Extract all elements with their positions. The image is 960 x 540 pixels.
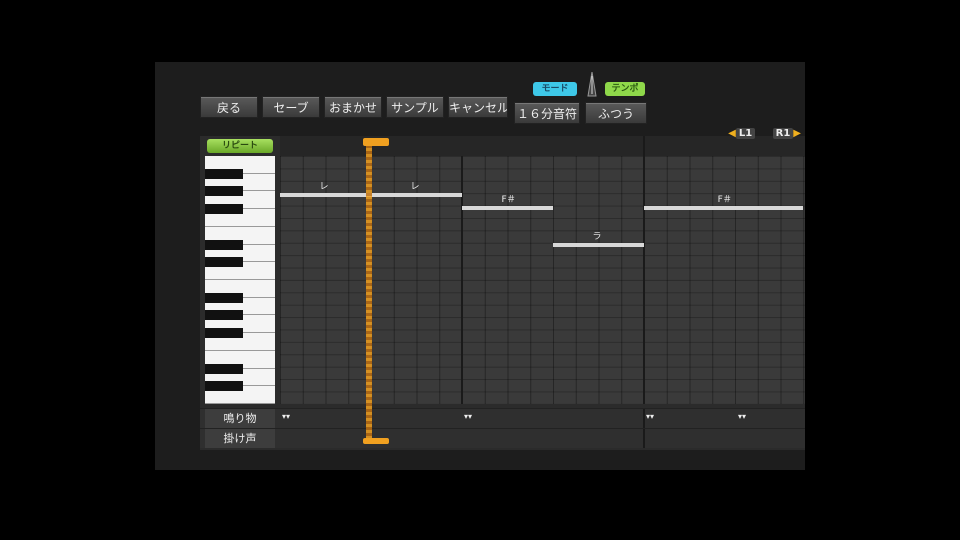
cancel-button[interactable]: キャンセル — [448, 96, 508, 118]
black-key[interactable] — [205, 239, 243, 250]
note-lyric: ラ — [592, 231, 602, 242]
note-bar[interactable] — [553, 242, 644, 247]
page-shoulder-buttons[interactable]: ◀ L1 R1 ▶ — [728, 128, 801, 139]
barline — [643, 429, 645, 448]
repeat-button[interactable]: リピート — [207, 139, 273, 153]
note-lyric: レ — [319, 182, 329, 193]
barline — [643, 156, 645, 404]
note-bar[interactable] — [462, 205, 553, 210]
black-key[interactable] — [205, 381, 243, 392]
back-button[interactable]: 戻る — [200, 96, 258, 118]
playhead-bottom-handle[interactable] — [363, 438, 389, 444]
tempo-tag: テンポ — [605, 82, 645, 96]
drum-hit-icon: ▾▾ — [646, 412, 655, 421]
save-button[interactable]: セーブ — [262, 96, 320, 118]
l1-button[interactable]: L1 — [735, 128, 756, 139]
note-lyric: レ — [410, 182, 420, 193]
note-bar[interactable] — [371, 193, 462, 198]
right-arrow-icon: ▶ — [793, 128, 801, 139]
note-bar[interactable] — [280, 193, 371, 198]
drum-hit-icon: ▾▾ — [464, 412, 473, 421]
track-row-kakegoe[interactable]: 掛け声 — [200, 428, 805, 448]
metronome-icon — [587, 72, 597, 97]
auto-button[interactable]: おまかせ — [324, 96, 382, 118]
note-grid[interactable]: レ レ F＃ ラ F＃ — [280, 156, 805, 404]
mode-tag: モード — [533, 82, 577, 96]
black-key[interactable] — [205, 186, 243, 197]
composer-screen: 戻る セーブ おまかせ サンプル キャンセル モード テンポ １６分音符 ふつう… — [155, 62, 805, 470]
tempo-select[interactable]: ふつう — [585, 102, 647, 124]
black-key[interactable] — [205, 292, 243, 303]
black-key[interactable] — [205, 363, 243, 374]
track-row-narimono[interactable]: 鳴り物 ▾▾ ▾▾ ▾▾ ▾▾ — [200, 408, 805, 428]
note-bar[interactable] — [644, 205, 804, 210]
note-lyric: F＃ — [717, 194, 732, 205]
mode-select[interactable]: １６分音符 — [514, 102, 580, 124]
piano-keyboard[interactable] — [205, 156, 275, 404]
track-label: 鳴り物 — [205, 409, 275, 428]
timeline-ruler — [280, 136, 805, 157]
r1-button[interactable]: R1 — [772, 128, 794, 139]
black-key[interactable] — [205, 168, 243, 179]
track-label: 掛け声 — [205, 429, 275, 448]
black-key[interactable] — [205, 204, 243, 215]
left-arrow-icon: ◀ — [728, 128, 736, 139]
black-key[interactable] — [205, 310, 243, 321]
drum-hit-icon: ▾▾ — [738, 412, 747, 421]
note-lyric: F＃ — [501, 194, 516, 205]
barline — [643, 409, 645, 428]
playhead[interactable] — [366, 142, 372, 442]
piano-roll: リピート レ レ F＃ ラ F＃ 鳴り物 ▾▾ ▾▾ ▾▾ ▾▾ 掛け声 — [200, 136, 805, 450]
ruler-barline — [643, 136, 645, 156]
sample-button[interactable]: サンプル — [386, 96, 444, 118]
black-key[interactable] — [205, 328, 243, 339]
black-key[interactable] — [205, 257, 243, 268]
drum-hit-icon: ▾▾ — [282, 412, 291, 421]
playhead-top-handle[interactable] — [363, 138, 389, 146]
